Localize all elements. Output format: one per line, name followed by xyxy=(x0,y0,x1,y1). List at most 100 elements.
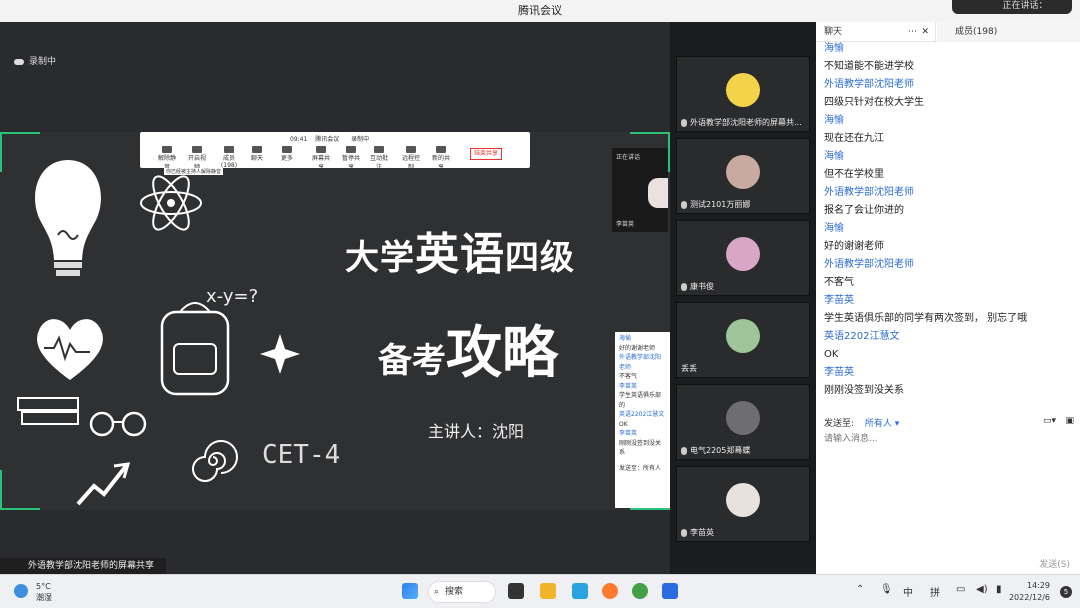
send-to-label: 发送至: xyxy=(824,419,855,429)
video-tile[interactable]: 外语教学部沈阳老师的屏幕共... xyxy=(676,56,810,132)
chat-text: 好的谢谢老师 xyxy=(824,241,884,252)
shared-screen: x-y=? 大学英语四级 备考攻略 主讲人：沈阳 CET-4 09:41 腾讯会… xyxy=(0,132,670,510)
screenshot-icon[interactable]: ▣ xyxy=(1065,416,1074,426)
video-tile[interactable]: 李苗英 xyxy=(676,466,810,542)
weather-icon xyxy=(14,584,28,598)
slide-title-part: 攻略 xyxy=(446,321,558,386)
screen: 腾讯会议 正在讲话： 录制中 x-y=? 大学英语四级 备考攻略 主讲人：沈阳 … xyxy=(0,0,1080,608)
window-title: 腾讯会议 xyxy=(518,4,562,17)
mini-chat-line: 英语2202江慧文 xyxy=(619,411,665,418)
lightbulb-doodle xyxy=(35,160,101,276)
video-tile[interactable]: 测试2101万丽娜 xyxy=(676,138,810,214)
app-icon[interactable] xyxy=(632,583,648,599)
file-explorer-icon[interactable] xyxy=(540,583,556,599)
tab-members[interactable]: 成员(198) xyxy=(937,22,1080,42)
mic-icon xyxy=(681,118,687,127)
browser-icon[interactable] xyxy=(602,583,618,599)
more-icon[interactable]: ⋯ xyxy=(908,22,917,42)
chat-sender: 李苗英 xyxy=(824,295,854,306)
notification-badge[interactable]: 5 xyxy=(1060,586,1072,598)
mini-share-button[interactable]: 屏幕共享 xyxy=(310,146,332,171)
volume-icon[interactable]: ◀) xyxy=(976,584,988,595)
send-to-row: 发送至: 所有人 ▾ ▭▾ ▣ xyxy=(824,416,1074,432)
avatar xyxy=(726,236,760,271)
meeting-stage: 录制中 x-y=? 大学英语四级 备考攻略 主讲人：沈阳 CET-4 09:41… xyxy=(0,22,670,574)
avatar xyxy=(726,72,760,107)
taskbar-clock[interactable]: 14:29 2022/12/6 xyxy=(1009,580,1050,604)
task-view-icon[interactable] xyxy=(508,583,524,599)
mini-chat-line: 李苗英 xyxy=(619,430,638,437)
chevron-up-icon[interactable]: ⌃ xyxy=(856,584,864,595)
ime-pinyin[interactable]: 拼 xyxy=(930,584,940,599)
mini-tooltip: 你已经被主持人解除静音 xyxy=(164,168,224,175)
mini-video-button[interactable]: 开启视频 xyxy=(186,146,208,171)
video-tile[interactable]: 电气2205郑蓦蝶 xyxy=(676,384,810,460)
chat-text: 不知道能不能进学校 xyxy=(824,61,914,72)
chat-input[interactable] xyxy=(824,432,1072,446)
mini-speaker-video: 正在讲话 李苗英 xyxy=(612,148,668,232)
svg-text:x-y=?: x-y=? xyxy=(206,286,258,307)
mic-icon xyxy=(681,446,687,455)
video-tile-name: 电气2205郑蓦蝶 xyxy=(690,446,751,455)
video-tile[interactable]: 康书俊 xyxy=(676,220,810,296)
spiral-doodle xyxy=(192,440,238,482)
mini-members-button[interactable]: 成员(198) xyxy=(218,146,240,169)
mini-chat-line: 好的谢谢老师 xyxy=(619,344,656,352)
clock-date: 2022/12/6 xyxy=(1008,593,1050,602)
folder-icon[interactable]: ▭▾ xyxy=(1043,416,1056,426)
mini-remote-button[interactable]: 远程控制 xyxy=(400,146,422,171)
video-tile-name: 外语教学部沈阳老师的屏幕共... xyxy=(690,118,802,127)
mini-unmute-button[interactable]: 解除静音 xyxy=(156,146,178,171)
chat-text: 报名了会让你进的 xyxy=(824,205,904,216)
close-icon[interactable]: ✕ xyxy=(921,22,929,42)
mini-video-status: 正在讲话 xyxy=(616,154,641,161)
chat-sender: 海愉 xyxy=(824,43,844,54)
search-icon: ⌕ xyxy=(434,587,440,597)
network-icon[interactable]: ▭ xyxy=(956,584,965,595)
taskbar-search[interactable]: ⌕ 搜索 xyxy=(428,581,496,603)
video-tile-name: 丢丢 xyxy=(681,364,697,373)
presenter-label: 外语教学部沈阳老师的屏幕共享 xyxy=(28,561,155,571)
avatar xyxy=(726,482,760,517)
tencent-meeting-icon[interactable] xyxy=(662,583,678,599)
mini-chat-line: 外语教学部沈阳老师 xyxy=(619,354,662,371)
chat-sender: 外语教学部沈阳老师 xyxy=(824,187,914,198)
chat-text: OK xyxy=(824,349,839,360)
mini-chat-button[interactable]: 聊天 xyxy=(246,146,268,162)
microphone-icon[interactable]: 🎙 xyxy=(880,584,893,595)
ime-mode[interactable]: 中 xyxy=(903,584,913,599)
avatar xyxy=(726,154,760,189)
mini-annotate-button[interactable]: 互动批注 xyxy=(368,146,390,171)
books-doodle xyxy=(17,397,79,425)
battery-icon[interactable]: ▮ xyxy=(996,584,1002,595)
slide-title-part: 大学 xyxy=(345,238,415,278)
mini-toolbar-status: 09:41 腾讯会议 录制中 xyxy=(290,134,369,143)
mini-time: 09:41 xyxy=(290,136,308,143)
mini-video-avatar xyxy=(648,178,668,208)
video-tile[interactable]: 丢丢 xyxy=(676,302,810,378)
send-button[interactable]: 发送(S) xyxy=(1039,557,1070,570)
slide-title-line2: 备考攻略 xyxy=(378,308,558,389)
edge-icon[interactable] xyxy=(572,583,588,599)
weather-temp: 5°C xyxy=(36,582,51,591)
mini-pause-button[interactable]: 暂停共享 xyxy=(340,146,362,171)
taskbar: 5°C 潮湿 ⌕ 搜索 ⌃ 🎙 中 拼 ▭ ◀) ▮ 14:29 2022/12… xyxy=(0,574,1080,608)
slide-cet-label: CET-4 xyxy=(262,440,341,470)
taskbar-search-label: 搜索 xyxy=(445,587,464,597)
participant-video-column: 外语教学部沈阳老师的屏幕共... 测试2101万丽娜 康书俊 丢丢 电气2205… xyxy=(670,22,816,574)
mini-more-button[interactable]: 更多 xyxy=(276,146,298,162)
tab-chat[interactable]: 聊天 ⋯ ✕ xyxy=(816,22,936,42)
mini-end-share-button[interactable]: 结束共享 xyxy=(470,148,502,160)
mini-chat-sendto: 发送至：所有人 xyxy=(619,464,662,472)
mini-rec: 录制中 xyxy=(351,136,370,143)
atom-doodle xyxy=(140,175,202,231)
mic-icon xyxy=(681,200,687,209)
send-to-dropdown[interactable]: 所有人 ▾ xyxy=(865,419,899,429)
weather-widget[interactable]: 5°C 潮湿 xyxy=(36,581,52,603)
speaking-indicator: 正在讲话： xyxy=(952,0,1072,14)
chat-text: 学生英语俱乐部的同学有两次签到， 别忘了哦 xyxy=(824,313,1028,324)
arrow-doodle xyxy=(76,462,131,506)
video-tile-name: 测试2101万丽娜 xyxy=(690,200,751,209)
windows-start-icon[interactable] xyxy=(402,583,418,599)
mini-newshare-button[interactable]: 新的共享 xyxy=(430,146,452,171)
